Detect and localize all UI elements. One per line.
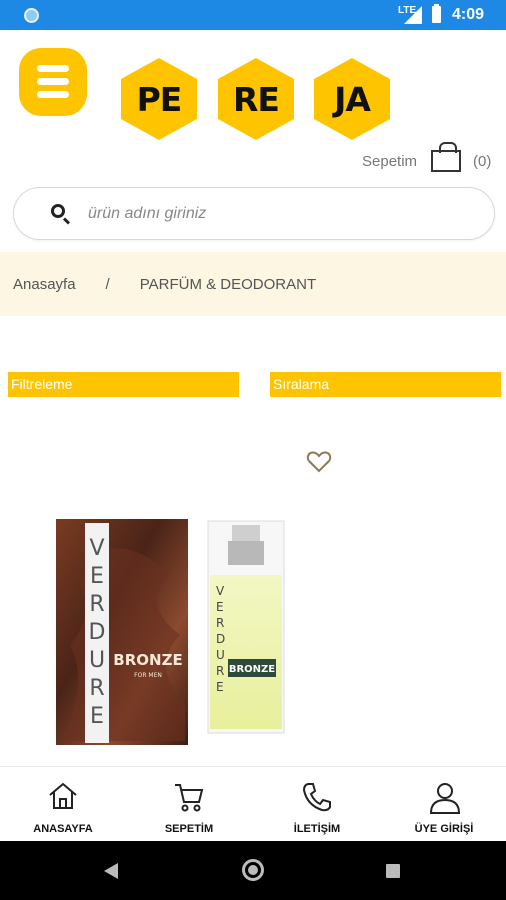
nav-contact[interactable]: İLETİŞİM	[257, 767, 377, 842]
breadcrumb-home[interactable]: Anasayfa	[13, 276, 76, 293]
nav-home[interactable]: ANASAYFA	[3, 767, 123, 842]
battery-icon	[432, 4, 441, 23]
recent-apps-icon[interactable]	[386, 864, 400, 878]
heart-icon[interactable]	[306, 450, 332, 479]
hamburger-menu-icon[interactable]	[19, 48, 87, 116]
nav-cart-label: SEPETİM	[164, 823, 214, 835]
filter-button[interactable]: Filtreleme	[8, 372, 239, 397]
breadcrumb-separator: /	[105, 275, 110, 293]
box-brand-letters: VERDURE	[89, 536, 106, 729]
search-bar[interactable]	[13, 187, 495, 240]
system-navigation-bar	[0, 841, 506, 900]
sort-button[interactable]: Sıralama	[270, 372, 501, 397]
logo-part-pe[interactable]: PE	[117, 56, 201, 142]
svg-text:BRONZE: BRONZE	[229, 664, 275, 675]
cart-count: (0)	[473, 152, 492, 170]
status-bar: LTE 4:09	[0, 0, 506, 30]
logo-part-ja[interactable]: JA	[310, 56, 394, 142]
nav-cart[interactable]: SEPETİM	[129, 767, 249, 842]
back-icon[interactable]	[104, 863, 118, 879]
cart-link[interactable]: Sepetim (0)	[362, 142, 492, 176]
nav-contact-label: İLETİŞİM	[293, 823, 341, 835]
box-name: BRONZE	[113, 651, 182, 669]
nav-login[interactable]: ÜYE GİRİŞİ	[384, 767, 504, 842]
signal-icon	[404, 6, 422, 24]
box-subtitle: FOR MEN	[134, 672, 162, 679]
breadcrumb: Anasayfa / PARFÜM & DEODORANT	[0, 252, 506, 316]
cart-icon	[175, 784, 204, 812]
search-input[interactable]	[88, 202, 468, 226]
phone-icon	[302, 783, 331, 812]
nav-home-label: ANASAYFA	[33, 823, 93, 835]
logo-part-re[interactable]: RE	[214, 56, 298, 142]
nav-login-label: ÜYE GİRİŞİ	[414, 823, 474, 835]
search-icon[interactable]	[51, 204, 65, 218]
clock: 4:09	[452, 6, 485, 23]
home-icon	[49, 782, 77, 809]
cart-label: Sepetim	[362, 152, 418, 170]
product-image[interactable]: VERDURE BRONZE FOR MEN VERDURE BRONZE	[50, 515, 290, 745]
breadcrumb-current: PARFÜM & DEODORANT	[139, 275, 317, 293]
notification-icon	[24, 8, 39, 23]
bottom-navigation: ANASAYFA SEPETİM İLETİŞİM ÜYE GİRİŞİ	[0, 766, 506, 841]
home-circle-icon[interactable]	[242, 859, 264, 881]
shopping-bag-icon	[431, 142, 462, 172]
user-icon	[429, 783, 461, 814]
